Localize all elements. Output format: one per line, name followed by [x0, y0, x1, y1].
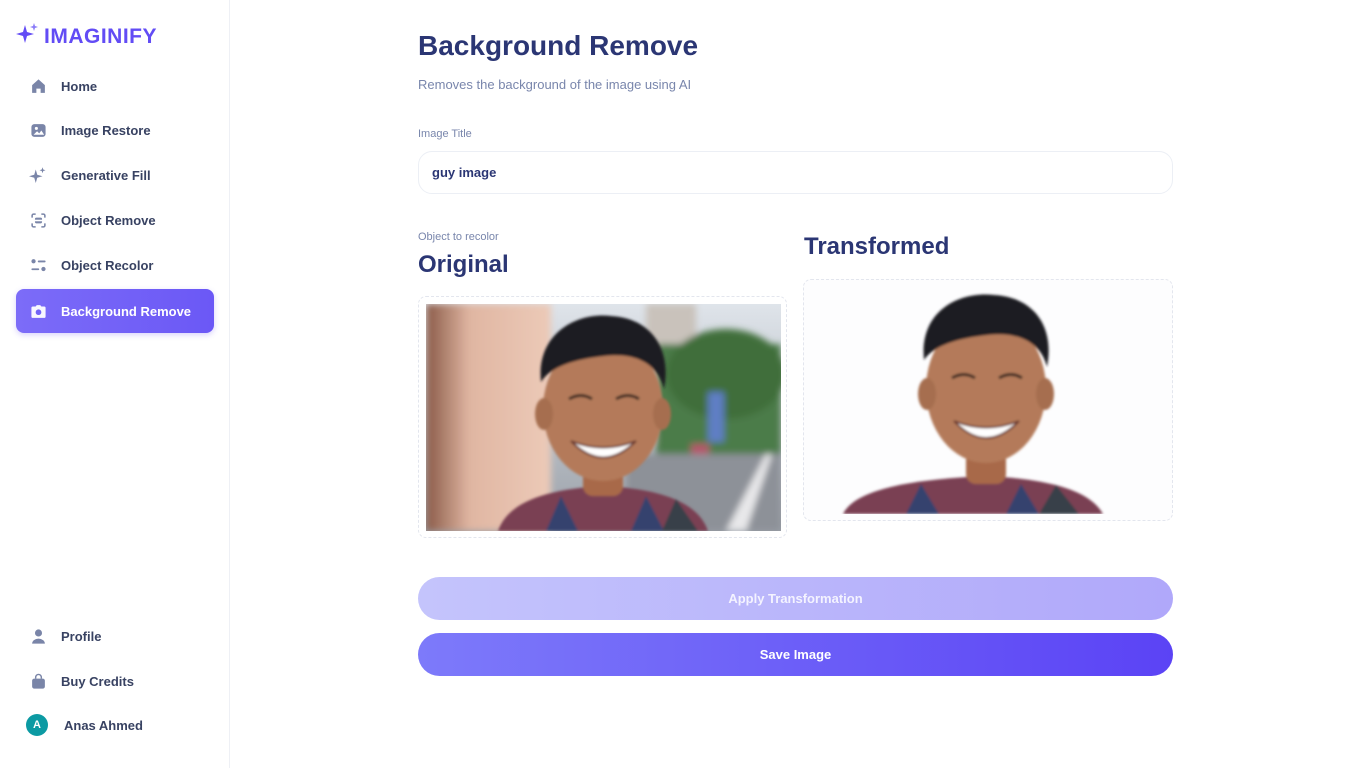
user-name: Anas Ahmed — [64, 717, 143, 733]
image-title-label: Image Title — [418, 128, 472, 140]
filter-icon — [29, 256, 47, 274]
object-to-recolor-label: Object to recolor — [418, 231, 499, 243]
sidebar-item-label: Background Remove — [61, 303, 192, 319]
sidebar-item-object-recolor[interactable]: Object Recolor — [16, 243, 214, 287]
transformed-image-container[interactable] — [803, 279, 1173, 521]
image-title-input[interactable] — [418, 151, 1173, 194]
sidebar-item-label: Home — [61, 78, 98, 94]
sidebar-item-image-restore[interactable]: Image Restore — [16, 108, 214, 152]
sidebar: IMAGINIFY Home Image Restore Generative … — [0, 0, 230, 768]
home-icon — [29, 77, 47, 95]
page-title: Background Remove — [418, 30, 699, 61]
sparkle-logo-icon — [16, 22, 40, 51]
transformed-title: Transformed — [804, 233, 950, 260]
user-icon — [29, 627, 47, 645]
sidebar-item-home[interactable]: Home — [16, 64, 214, 108]
save-image-button[interactable]: Save Image — [418, 633, 1173, 676]
app-logo[interactable]: IMAGINIFY — [16, 22, 157, 51]
user-profile-button[interactable]: A Anas Ahmed — [16, 703, 214, 747]
original-title: Original — [418, 251, 509, 278]
camera-icon — [29, 302, 47, 320]
sidebar-item-buy-credits[interactable]: Buy Credits — [16, 659, 214, 703]
apply-transformation-button[interactable]: Apply Transformation — [418, 577, 1173, 620]
avatar: A — [26, 714, 48, 736]
sidebar-item-label: Profile — [61, 628, 102, 644]
sidebar-item-generative-fill[interactable]: Generative Fill — [16, 153, 214, 197]
sidebar-item-background-remove[interactable]: Background Remove — [16, 289, 214, 333]
sidebar-item-label: Object Recolor — [61, 257, 154, 273]
transformed-image — [843, 294, 1103, 514]
original-image-container[interactable] — [418, 296, 787, 538]
sidebar-item-object-remove[interactable]: Object Remove — [16, 198, 214, 242]
sidebar-item-label: Object Remove — [61, 212, 156, 228]
app-name: IMAGINIFY — [44, 24, 157, 48]
sidebar-item-profile[interactable]: Profile — [16, 614, 214, 658]
page-subtitle: Removes the background of the image usin… — [418, 77, 692, 92]
sidebar-item-label: Buy Credits — [61, 673, 134, 689]
stars-icon — [29, 166, 47, 184]
bag-icon — [29, 672, 47, 690]
sidebar-item-label: Image Restore — [61, 122, 151, 138]
original-image — [426, 304, 781, 531]
scan-icon — [29, 211, 47, 229]
image-icon — [29, 121, 47, 139]
sidebar-item-label: Generative Fill — [61, 167, 151, 183]
